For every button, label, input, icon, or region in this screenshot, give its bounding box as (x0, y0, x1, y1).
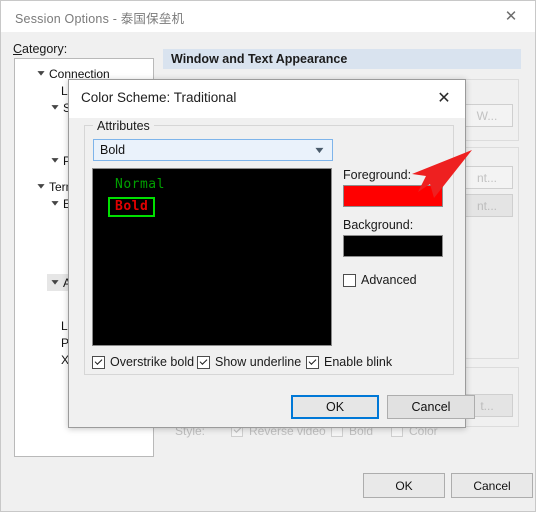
foreground-color-swatch[interactable] (343, 185, 443, 207)
checkbox-box (343, 273, 356, 287)
attribute-select-value: Bold (100, 143, 126, 157)
chevron-down-icon: ▼ (34, 181, 48, 191)
advanced-checkbox[interactable]: Advanced (343, 273, 417, 287)
color-preview: Normal Bold (92, 168, 332, 346)
enable-blink-label: Enable blink (324, 355, 393, 369)
chevron-down-icon: ▼ (48, 155, 62, 165)
preview-bold-text: Bold (115, 199, 149, 214)
color-dialog-cancel-button[interactable]: Cancel (387, 395, 475, 419)
color-dialog-ok-button[interactable]: OK (291, 395, 379, 419)
chevron-down-icon: ▼ (48, 198, 62, 208)
background-color-swatch[interactable] (343, 235, 443, 257)
checkbox-box (197, 355, 210, 369)
ok-button[interactable]: OK (363, 473, 445, 498)
foreground-label: Foreground: (343, 168, 412, 182)
chevron-down-icon: ▼ (48, 102, 62, 112)
color-dialog-titlebar: Color Scheme: Traditional ✕ (69, 80, 465, 118)
chevron-down-icon: ▼ (312, 145, 327, 155)
show-underline-checkbox[interactable]: Show underline (197, 355, 301, 369)
current-color-scheme-button[interactable]: nt... (461, 194, 513, 217)
preview-bold-selection[interactable]: Bold (108, 197, 156, 217)
category-label: Category: (13, 42, 68, 56)
window-options-button[interactable]: W... (461, 104, 513, 127)
chevron-down-icon: ▼ (34, 68, 48, 78)
show-underline-label: Show underline (215, 355, 302, 369)
font-button[interactable]: nt... (461, 166, 513, 189)
enable-blink-checkbox[interactable]: Enable blink (306, 355, 392, 369)
close-icon[interactable]: ✕ (429, 86, 459, 110)
page-title: Window and Text Appearance (163, 49, 521, 69)
background-label: Background: (343, 218, 414, 232)
window-title: Session Options - 泰国保垒机 (15, 12, 185, 26)
chevron-down-icon: ▼ (48, 277, 62, 287)
checkbox-box (306, 355, 319, 369)
overstrike-bold-label: Overstrike bold (110, 355, 195, 369)
window-titlebar: Session Options - 泰国保垒机 ✕ (1, 1, 535, 32)
cancel-button[interactable]: Cancel (451, 473, 533, 498)
checkbox-box (92, 355, 105, 369)
preview-normal-text: Normal (115, 177, 165, 192)
color-scheme-dialog: Color Scheme: Traditional ✕ Attributes B… (68, 79, 475, 428)
color-dialog-title: Color Scheme: Traditional (81, 90, 237, 105)
attribute-select[interactable]: Bold ▼ (93, 139, 333, 161)
attributes-group-label: Attributes (93, 119, 154, 133)
advanced-label: Advanced (361, 273, 417, 287)
close-icon[interactable]: ✕ (495, 4, 527, 28)
overstrike-bold-checkbox[interactable]: Overstrike bold (92, 355, 194, 369)
